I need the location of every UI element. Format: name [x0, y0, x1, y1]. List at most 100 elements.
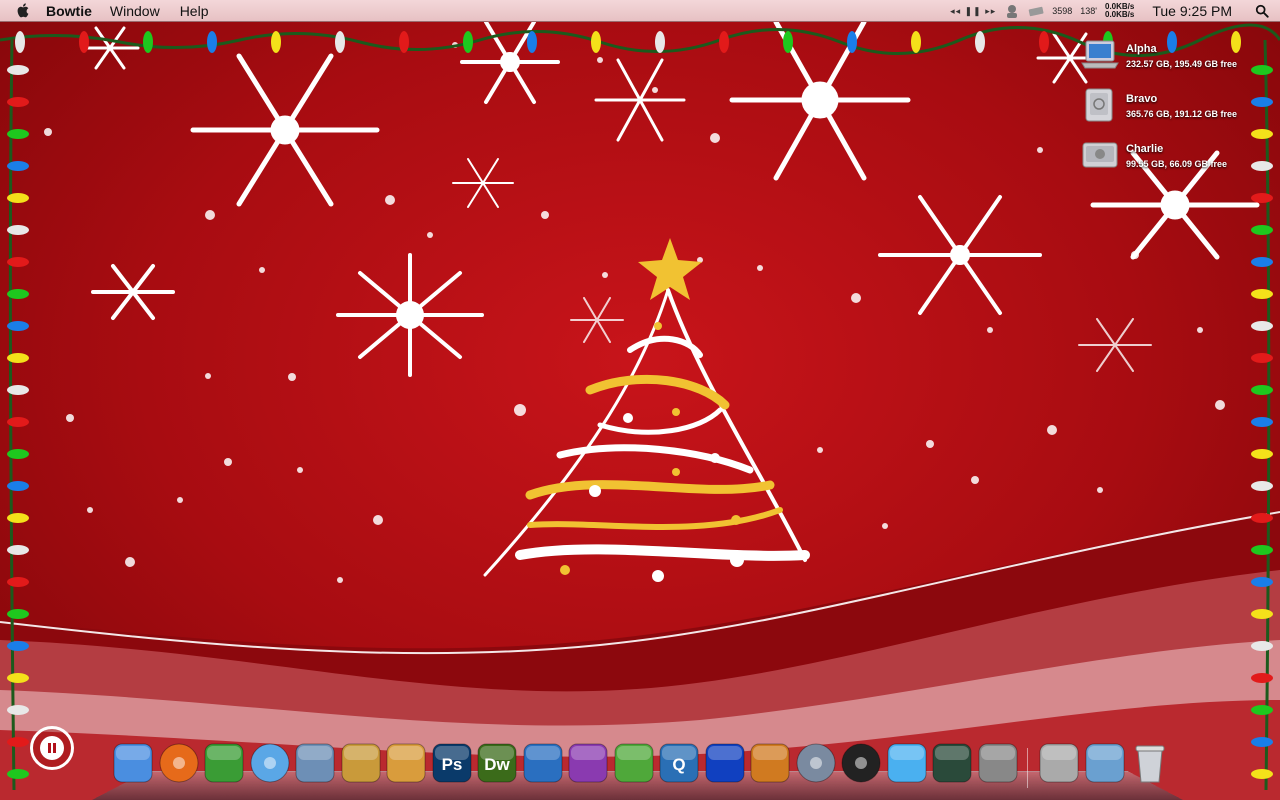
drive-info: 365.76 GB, 191.12 GB free — [1126, 109, 1238, 119]
light-bulb — [1251, 481, 1273, 491]
drive-info: 99.55 GB, 66.09 GB free — [1126, 159, 1228, 169]
light-bulb — [7, 193, 29, 203]
dock-quicktime[interactable]: Q — [656, 740, 702, 786]
dock-preview[interactable] — [383, 740, 429, 786]
light-bulb — [1251, 641, 1273, 651]
drive-name: Alpha — [1126, 43, 1157, 55]
light-bulb — [7, 321, 29, 331]
stat-value-a: 3598 — [1052, 6, 1073, 16]
drive-info: 232.57 GB, 195.49 GB free — [1126, 59, 1238, 69]
light-bulb — [79, 31, 89, 53]
mail-icon — [295, 743, 335, 783]
light-bulb — [7, 641, 29, 651]
light-bulb — [7, 577, 29, 587]
apple-menu-icon[interactable] — [14, 2, 32, 20]
apple-drive-icon — [1082, 142, 1118, 168]
drive-alpha[interactable]: Alpha 232.57 GB, 195.49 GB free — [1080, 33, 1250, 77]
dock-dvd-player[interactable] — [838, 740, 884, 786]
drive-bravo[interactable]: Bravo 365.76 GB, 191.12 GB free — [1080, 83, 1250, 127]
light-bulb — [7, 513, 29, 523]
light-bulb — [1251, 385, 1273, 395]
drive-name: Bravo — [1126, 93, 1158, 105]
cyberduck-icon — [705, 743, 744, 783]
dock-cyberduck[interactable] — [702, 740, 748, 786]
dock-messages[interactable] — [611, 740, 657, 786]
photoshop-label: Ps — [441, 755, 462, 774]
light-bulb — [1251, 545, 1273, 555]
dock-bluetooth-drop[interactable] — [884, 740, 930, 786]
dvd-player-icon — [841, 743, 881, 783]
light-bulb — [975, 31, 985, 53]
light-bulb — [7, 609, 29, 619]
dock-disk-utility[interactable] — [793, 740, 839, 786]
light-bulb — [1251, 257, 1273, 267]
pause-button[interactable] — [30, 726, 74, 770]
activity-monitor-icon — [932, 743, 972, 783]
light-bulb — [7, 545, 29, 555]
light-bulb — [7, 225, 29, 235]
dock-mail[interactable] — [292, 740, 338, 786]
menu-help[interactable]: Help — [180, 3, 209, 19]
desktop[interactable]: Bowtie Window Help ◂◂ ❚❚ ▸▸ 3598 138' 0.… — [0, 0, 1280, 800]
bluetooth-drop-icon — [887, 743, 926, 783]
media-controls[interactable]: ◂◂ ❚❚ ▸▸ — [950, 6, 996, 17]
light-bulb — [399, 31, 409, 53]
dreamweaver-label: Dw — [484, 755, 510, 774]
light-bulb — [591, 31, 601, 53]
finder-icon — [113, 743, 153, 783]
quicktime-label: Q — [672, 755, 685, 774]
itunes-icon — [250, 743, 289, 783]
app-menu-bowtie[interactable]: Bowtie — [46, 3, 92, 19]
dock-adium[interactable] — [201, 740, 247, 786]
light-bulb — [7, 417, 29, 427]
light-bulb — [7, 161, 29, 171]
light-bulb — [847, 31, 857, 53]
light-bulb — [1251, 321, 1273, 331]
messages-icon — [614, 743, 653, 783]
dock-illustrator-tool[interactable] — [565, 740, 611, 786]
spotlight-search-icon[interactable] — [1254, 4, 1270, 18]
light-bulb — [7, 257, 29, 267]
user-status-icon[interactable] — [1004, 4, 1020, 18]
light-bulb — [7, 129, 29, 139]
light-bulb — [7, 289, 29, 299]
dock-firefox[interactable] — [156, 740, 202, 786]
dock-iphoto[interactable] — [338, 740, 384, 786]
dock-finder[interactable] — [110, 740, 156, 786]
drive-charlie[interactable]: Charlie 99.55 GB, 66.09 GB free — [1080, 133, 1250, 177]
dock-system-preferences[interactable] — [975, 740, 1021, 786]
disk-activity-icon[interactable] — [1028, 4, 1044, 18]
light-bulb — [1251, 673, 1273, 683]
light-bulb — [1251, 161, 1273, 171]
light-bulb — [719, 31, 729, 53]
transmit-icon — [750, 743, 790, 783]
word-icon — [523, 743, 562, 783]
network-monitor[interactable]: 0.0KB/s 0.0KB/s — [1105, 3, 1134, 19]
menu-clock[interactable]: Tue 9:25 PM — [1152, 3, 1232, 19]
dock-activity-monitor[interactable] — [929, 740, 975, 786]
light-bulb — [1251, 769, 1273, 779]
dock-photoshop[interactable]: Ps — [429, 740, 475, 786]
light-bulb — [1039, 31, 1049, 53]
light-bulb — [1251, 737, 1273, 747]
light-bulb — [1251, 449, 1273, 459]
light-bulb — [7, 737, 29, 747]
dock-transmit[interactable] — [747, 740, 793, 786]
dock-dreamweaver[interactable]: Dw — [474, 740, 520, 786]
dock-separator — [1027, 748, 1028, 788]
menu-window[interactable]: Window — [110, 3, 160, 19]
light-bulb — [1251, 289, 1273, 299]
disk-utility-icon — [796, 743, 835, 783]
system-preferences-icon — [978, 743, 1017, 783]
light-bulb — [783, 31, 793, 53]
light-bulb — [15, 31, 25, 53]
light-bulb — [1251, 97, 1273, 107]
dock-trash[interactable] — [1127, 740, 1173, 786]
dock-applications-stack[interactable] — [1082, 740, 1128, 786]
dock-downloads-stack[interactable] — [1036, 740, 1082, 786]
dock-word[interactable] — [520, 740, 566, 786]
iphoto-icon — [341, 743, 380, 783]
stat-value-b: 138' — [1080, 6, 1097, 16]
dock-itunes[interactable] — [247, 740, 293, 786]
menu-bar: Bowtie Window Help ◂◂ ❚❚ ▸▸ 3598 138' 0.… — [0, 0, 1280, 22]
